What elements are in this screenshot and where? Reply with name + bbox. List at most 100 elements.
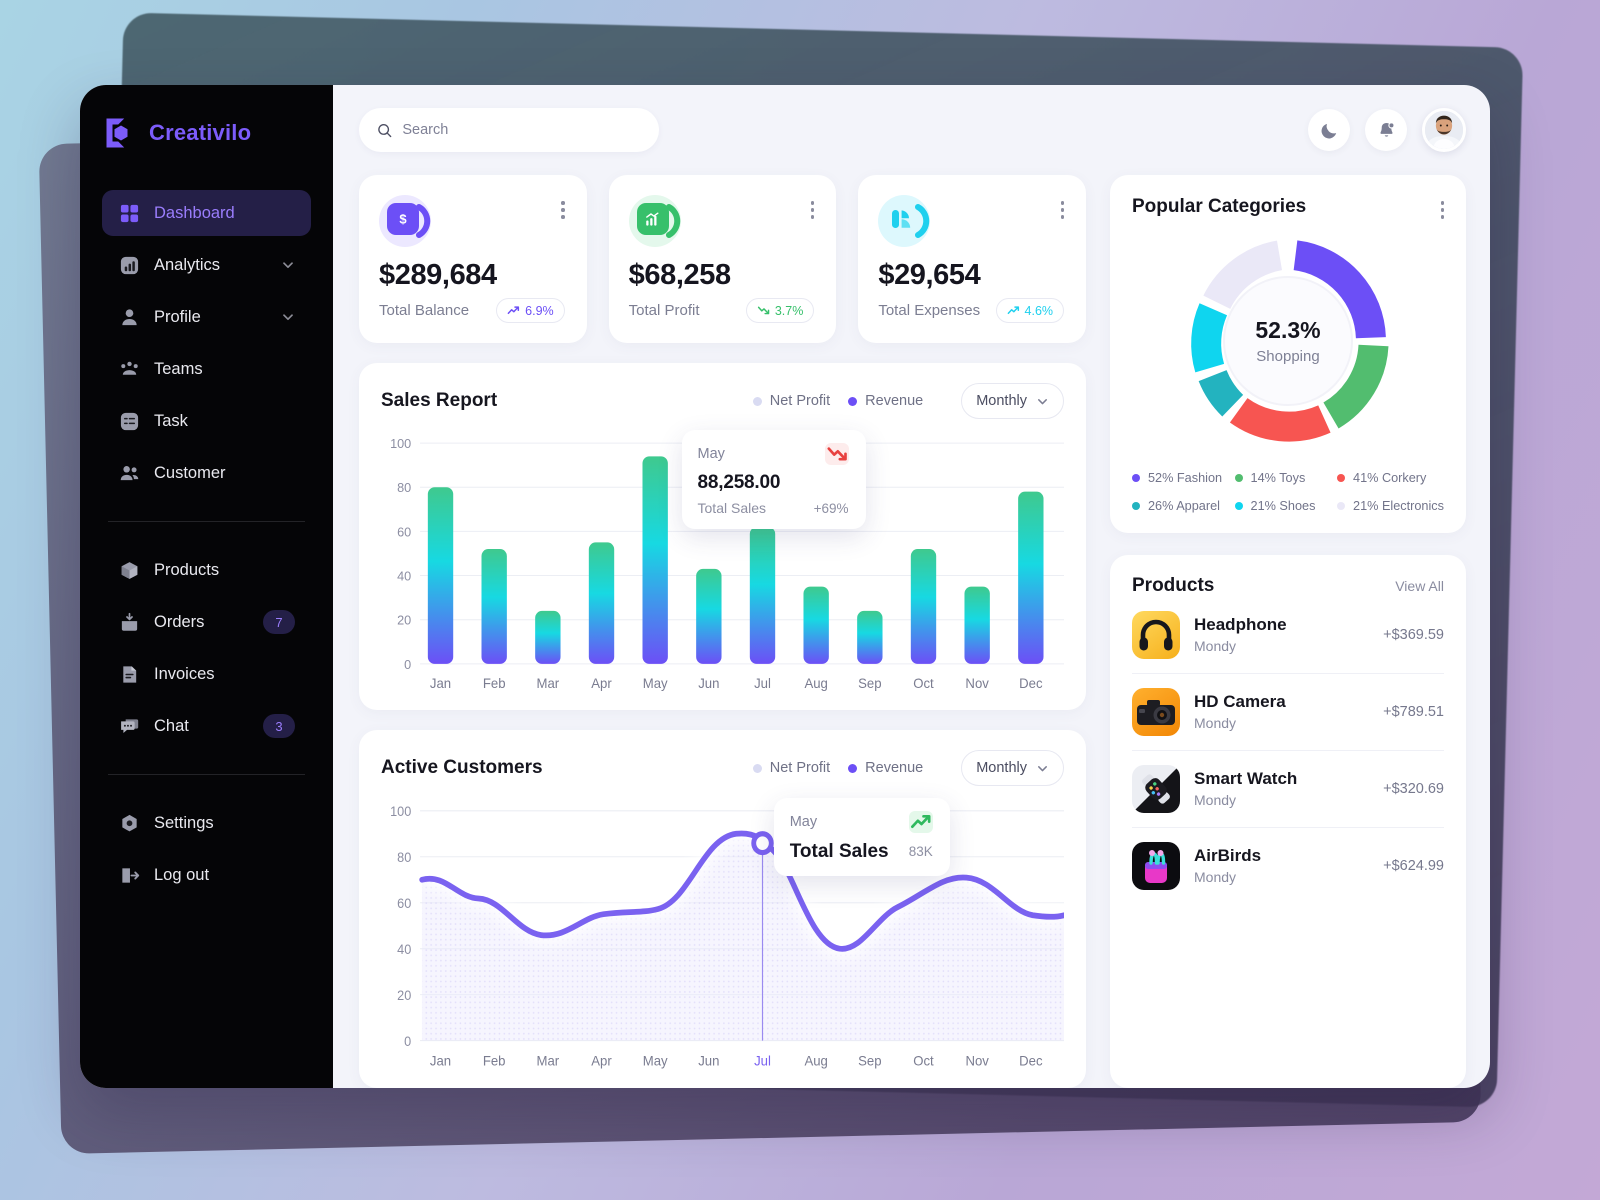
product-row[interactable]: Smart Watch Mondy +$320.69 [1132,751,1444,828]
sidebar-nav-secondary: Products Orders 7 Invoices Chat 3 [80,544,333,752]
sidebar-item-teams[interactable]: Teams [102,346,311,392]
svg-text:80: 80 [397,480,411,495]
donut-center-value: 52.3% [1255,316,1321,343]
product-name: Smart Watch [1194,769,1298,788]
stat-trend-badge: 6.9% [496,298,565,323]
stat-trend-badge: 3.7% [745,298,815,323]
category-legend-item[interactable]: 21% Electronics [1337,499,1444,513]
sidebar-item-logout[interactable]: Log out [102,852,311,898]
active-customers-title: Active Customers [381,757,543,778]
trend-up-icon [1007,306,1019,315]
active-customers-period-select[interactable]: Monthly [961,750,1064,786]
stat-card-menu-button[interactable] [1060,195,1065,219]
legend-label: Revenue [865,393,924,409]
sidebar-item-label: Teams [154,359,203,378]
popular-categories-card: Popular Categories 52.3% Shopping 52% Fa… [1110,175,1466,533]
dark-mode-toggle-button[interactable] [1308,109,1350,151]
svg-text:100: 100 [390,436,411,451]
brand[interactable]: Creativilo [80,107,333,159]
sales-report-card: Sales Report Net Profit Revenue Monthly [359,363,1086,710]
svg-text:Feb: Feb [483,1053,506,1069]
chevron-down-icon [1038,765,1047,771]
svg-text:Jan: Jan [430,676,451,691]
stat-arc-decoration [665,204,680,238]
sidebar-item-task[interactable]: Task [102,398,311,444]
stat-icon-wrap [628,195,681,247]
svg-text:Sep: Sep [858,1053,881,1069]
product-name: AirBirds [1194,846,1262,865]
active-customers-legend: Net Profit Revenue Monthly [752,750,1064,786]
svg-text:40: 40 [397,568,411,583]
product-vendor: Mondy [1194,715,1237,731]
product-row[interactable]: AirBirds Mondy +$624.99 [1132,828,1444,904]
chat-icon [118,715,140,737]
sidebar-item-label: Customer [154,463,226,482]
popular-categories-menu-button[interactable] [1440,195,1444,219]
category-legend-item[interactable]: 21% Shoes [1234,499,1338,513]
sidebar-item-label: Settings [154,813,214,832]
svg-text:20: 20 [397,987,411,1003]
sidebar-item-invoices[interactable]: Invoices [102,651,311,697]
chevron-down-icon [1038,398,1047,404]
stat-value: $289,684 [379,259,497,291]
trend-up-chip-icon [908,810,933,833]
customers-icon [118,462,140,484]
stat-value: $68,258 [628,259,731,291]
sidebar-item-chat[interactable]: Chat 3 [102,703,311,749]
topbar-actions [1308,108,1466,152]
sidebar-divider-2 [108,774,305,775]
legend-revenue[interactable]: Revenue [848,760,923,776]
tooltip-delta: 83K [908,844,933,860]
product-row[interactable]: HD Camera Mondy +$789.51 [1132,674,1444,751]
product-price: +$320.69 [1383,780,1444,797]
chevron-down-icon [283,262,293,269]
sales-report-period-select[interactable]: Monthly [961,383,1064,419]
left-column: $ $289,684 Total Balance 6.9% $68,258 To… [359,175,1087,1088]
svg-text:Aug: Aug [804,676,827,691]
svg-text:Mar: Mar [537,1053,560,1069]
sidebar-item-label: Profile [154,307,201,326]
sidebar-item-orders[interactable]: Orders 7 [102,599,311,645]
sidebar-item-label: Task [154,411,188,430]
stat-card-menu-button[interactable] [810,195,815,219]
svg-text:Apr: Apr [591,1053,612,1069]
active-customers-plot: 100 80 60 40 20 0 Jan Feb Mar Apr May Ju… [381,792,1064,1074]
legend-label: Revenue [865,760,924,776]
sidebar-item-label: Orders [154,612,205,631]
trend-up-icon [507,306,520,315]
sidebar-item-analytics[interactable]: Analytics [102,242,311,288]
sidebar-item-profile[interactable]: Profile [102,294,311,340]
category-legend-item[interactable]: 26% Apparel [1132,499,1235,513]
svg-text:100: 100 [390,804,411,820]
sidebar-item-settings[interactable]: Settings [102,800,311,846]
product-vendor: Mondy [1194,869,1237,885]
legend-revenue[interactable]: Revenue [848,393,923,409]
svg-text:Jul: Jul [754,676,771,691]
legend-net-profit[interactable]: Net Profit [752,760,830,776]
category-legend-item[interactable]: 52% Fashion [1132,471,1235,485]
svg-text:Oct: Oct [913,1053,934,1069]
tooltip-month: May [697,446,725,463]
category-legend-item[interactable]: 14% Toys [1234,471,1338,485]
svg-text:Jun: Jun [698,1053,719,1069]
view-all-link[interactable]: View All [1395,578,1444,594]
sidebar-item-dashboard[interactable]: Dashboard [102,190,311,236]
stat-icon-wrap: $ [379,195,431,247]
user-avatar[interactable] [1422,108,1466,152]
svg-text:0: 0 [404,657,411,672]
stat-arc-decoration [416,204,431,238]
search-input[interactable] [402,122,641,138]
product-row[interactable]: Headphone Mondy +$369.59 [1132,597,1444,674]
sidebar-item-products[interactable]: Products [102,547,311,593]
legend-net-profit[interactable]: Net Profit [752,393,830,409]
product-vendor: Mondy [1194,638,1237,654]
sidebar-item-customer[interactable]: Customer [102,450,311,496]
orders-badge: 7 [263,610,295,634]
notifications-button[interactable] [1365,109,1407,151]
sidebar-item-label: Chat [154,716,189,735]
category-legend-item[interactable]: 41% Corkery [1337,471,1444,485]
headphone-thumb-icon [1132,610,1180,659]
search-bar[interactable] [359,108,659,152]
stat-card-menu-button[interactable] [561,195,565,219]
product-vendor: Mondy [1194,792,1237,808]
